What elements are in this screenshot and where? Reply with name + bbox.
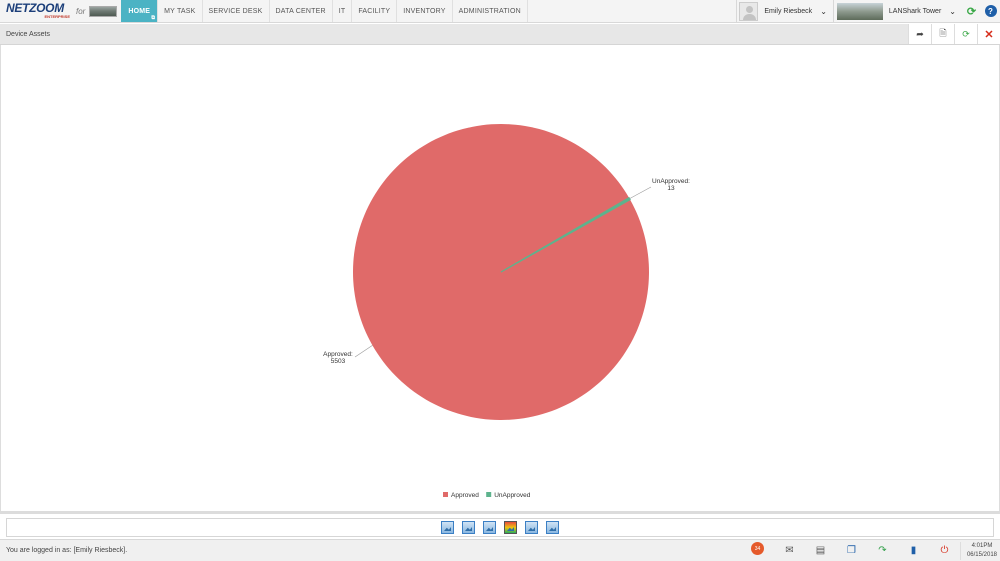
- help-icon: ?: [984, 5, 997, 17]
- external-link-icon[interactable]: ⧉: [151, 15, 155, 21]
- device-assets-pie-chart: UnApproved:13 Approved:5503 Approved UnApp…: [323, 123, 690, 499]
- chart-thumb-icon[interactable]: [546, 521, 559, 534]
- user-menu[interactable]: Emily Riesbeck ⌄: [736, 0, 833, 22]
- chevron-down-icon: ⌄: [820, 6, 827, 16]
- logo-subtext: ENTERPRISE: [44, 14, 70, 19]
- nav-item-facility[interactable]: FACILITY: [352, 0, 398, 22]
- nav-item-my-task[interactable]: MY TASK: [158, 0, 203, 22]
- data-label-value: 13: [667, 185, 675, 192]
- sync-icon[interactable]: ⟳: [962, 0, 981, 22]
- nav-item-it[interactable]: IT: [333, 0, 353, 22]
- site-selector[interactable]: LANShark Tower ⌄: [832, 0, 962, 22]
- notification-badge: 34: [750, 542, 764, 555]
- main-nav: HOME ⧉ MY TASK SERVICE DESK DATA CENTER …: [121, 0, 528, 22]
- clock: 4:01PM 06/15/2018: [959, 541, 1000, 560]
- panel-divider[interactable]: [0, 511, 1000, 514]
- top-right-controls: Emily Riesbeck ⌄ LANShark Tower ⌄ ⟳ ?: [736, 0, 1000, 22]
- chart-thumb-icon[interactable]: [462, 521, 475, 534]
- chart-thumb-special-icon[interactable]: [504, 521, 517, 534]
- chart-thumb-icon[interactable]: [525, 521, 538, 534]
- refresh-icon[interactable]: ⟳: [954, 24, 977, 44]
- panel-title: Device Assets: [6, 30, 50, 38]
- data-label-name: Approved:: [323, 351, 353, 358]
- company-logo-image: [89, 6, 118, 17]
- logo-text: NETZOOM: [6, 1, 64, 15]
- nav-item-administration[interactable]: ADMINISTRATION: [453, 0, 528, 22]
- panel-header: Device Assets ➦ 🗎 ⟳ ✕: [0, 24, 1000, 45]
- data-label-name: UnApproved:: [652, 178, 690, 185]
- data-label-leader-line: [629, 186, 652, 199]
- mouse-icon[interactable]: ▮: [898, 540, 929, 561]
- data-label-leader-line: [354, 345, 373, 358]
- redo-icon[interactable]: ↷: [867, 540, 898, 561]
- windows-icon[interactable]: ❐: [836, 540, 867, 561]
- top-nav-bar: NETZOOM ENTERPRISE for HOME ⧉ MY TASK SE…: [0, 0, 1000, 23]
- notifications-button[interactable]: 34: [743, 540, 774, 561]
- pdf-icon[interactable]: 🗎: [931, 24, 954, 44]
- clock-date: 06/15/2018: [966, 551, 997, 558]
- chart-panel: UnApproved: 13 Approved: 5503 Approved UnApp…: [0, 45, 1000, 511]
- panel-toolbar: ➦ 🗎 ⟳ ✕: [908, 24, 1000, 44]
- chart-thumbnail-strip: [6, 518, 994, 537]
- user-name: Emily Riesbeck: [764, 7, 813, 15]
- nav-item-service-desk[interactable]: SERVICE DESK: [203, 0, 270, 22]
- power-icon[interactable]: ⏻: [929, 540, 960, 561]
- document-icon[interactable]: ▤: [805, 540, 836, 561]
- nav-item-inventory[interactable]: INVENTORY: [397, 0, 453, 22]
- logged-in-text: You are logged in as: [Emily Riesbeck].: [6, 547, 128, 554]
- share-icon[interactable]: ➦: [908, 24, 931, 44]
- legend-label-unapproved[interactable]: UnApproved: [494, 492, 531, 499]
- nav-item-data-center[interactable]: DATA CENTER: [270, 0, 333, 22]
- chevron-down-icon: ⌄: [949, 6, 956, 16]
- legend-label-approved[interactable]: Approved: [451, 492, 479, 499]
- site-image: [836, 2, 883, 20]
- mail-icon[interactable]: ✉: [774, 540, 805, 561]
- close-icon[interactable]: ✕: [977, 24, 1000, 44]
- legend-swatch-approved[interactable]: [443, 492, 448, 497]
- site-name: LANShark Tower: [888, 7, 942, 15]
- chart-thumb-icon[interactable]: [483, 521, 496, 534]
- chart-thumb-icon[interactable]: [441, 521, 454, 534]
- avatar: [739, 1, 759, 21]
- for-label: for: [76, 6, 86, 16]
- help-button[interactable]: ?: [981, 0, 1000, 22]
- netzoom-logo[interactable]: NETZOOM ENTERPRISE: [0, 0, 72, 22]
- nav-item-label: HOME: [128, 7, 151, 15]
- status-bar: You are logged in as: [Emily Riesbeck]. …: [0, 539, 1000, 561]
- status-icons: 34 ✉ ▤ ❐ ↷ ▮ ⏻ 4:01PM 06/15/2018: [743, 540, 1000, 561]
- legend-swatch-unapproved[interactable]: [486, 492, 492, 497]
- data-label-value: 5503: [331, 358, 346, 365]
- clock-time: 4:01PM: [971, 542, 993, 549]
- nav-item-home[interactable]: HOME ⧉: [121, 0, 159, 22]
